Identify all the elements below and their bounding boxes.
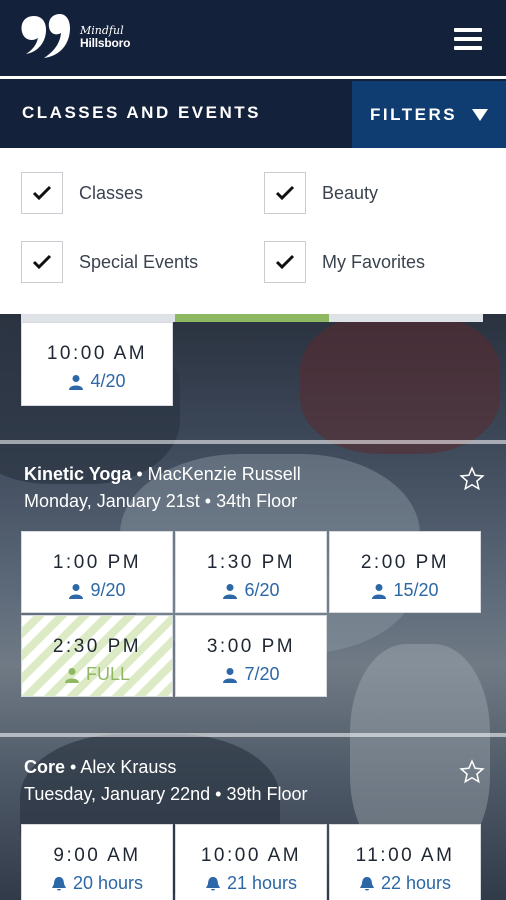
filter-label: Classes [79, 182, 144, 203]
time-slot[interactable]: 10:00 AM 21 hours [175, 824, 327, 900]
class-floor: 39th Floor [226, 784, 308, 804]
page-title: CLASSES AND EVENTS [22, 103, 261, 122]
filters-button[interactable]: FILTERS [352, 81, 506, 148]
class-name[interactable]: Kinetic Yoga [24, 464, 131, 484]
check-icon [32, 185, 52, 201]
time-slot[interactable]: 1:00 PM 9/20 [21, 531, 173, 613]
slot-capacity: 6/20 [176, 580, 326, 601]
checkbox-beauty[interactable] [264, 172, 306, 214]
slot-time: 1:00 PM [52, 552, 142, 573]
person-icon [69, 374, 84, 390]
slot-time: 10:00 AM [46, 343, 148, 364]
time-slot[interactable]: 2:00 PM 15/20 [329, 531, 481, 613]
slot-time: 3:00 PM [206, 636, 296, 657]
filters-label: FILTERS [370, 105, 458, 124]
checkbox-my-favorites[interactable] [264, 241, 306, 283]
slot-time: 2:30 PM [52, 636, 142, 657]
class-name[interactable]: Core [24, 757, 65, 777]
class-instructor: Alex Krauss [80, 757, 177, 777]
slot-capacity: 15/20 [330, 580, 480, 601]
person-icon [223, 583, 238, 599]
time-slot-full[interactable]: 2:30 PM FULL [21, 615, 173, 697]
slot-time: 10:00 AM [200, 845, 302, 866]
hamburger-menu-icon[interactable] [454, 28, 482, 50]
filter-label: Special Events [79, 251, 199, 272]
bell-icon [51, 876, 66, 890]
slot-countdown: 20 hours [22, 873, 172, 894]
class-date: Monday, January 21st [24, 491, 200, 511]
logo-line-2: Hillsboro [80, 36, 131, 50]
slot-capacity: 7/20 [176, 664, 326, 685]
slot-top-bar-full [175, 314, 329, 322]
slot-capacity: 4/20 [22, 371, 172, 392]
filter-classes[interactable]: Classes [21, 172, 143, 214]
slot-countdown: 22 hours [330, 873, 480, 894]
class-date: Tuesday, January 22nd [24, 784, 211, 804]
section-header: CLASSES AND EVENTS FILTERS [0, 79, 506, 148]
time-slot[interactable]: 9:00 AM 20 hours [21, 824, 173, 900]
favorite-star-icon[interactable] [459, 759, 485, 785]
favorite-star-icon[interactable] [459, 466, 485, 492]
slot-top-bar [329, 314, 483, 322]
top-bar: Mindful Hillsboro [0, 0, 506, 79]
slot-top-bar [21, 314, 175, 322]
checkbox-special-events[interactable] [21, 241, 63, 283]
check-icon [275, 254, 295, 270]
bell-icon [359, 876, 374, 890]
class-floor: 34th Floor [216, 491, 298, 511]
slot-capacity: 9/20 [22, 580, 172, 601]
time-slot[interactable]: 3:00 PM 7/20 [175, 615, 327, 697]
filter-label: My Favorites [322, 251, 426, 272]
section-divider [0, 440, 506, 444]
checkbox-classes[interactable] [21, 172, 63, 214]
slot-time: 2:00 PM [360, 552, 450, 573]
person-icon [372, 583, 387, 599]
app-logo[interactable]: Mindful Hillsboro [20, 12, 130, 62]
chevron-down-icon [472, 109, 488, 121]
bell-icon [205, 876, 220, 890]
class-heading: Core • Alex Krauss Tuesday, January 22nd… [24, 757, 308, 804]
logo-icon [21, 14, 70, 58]
filter-my-favorites[interactable]: My Favorites [264, 241, 425, 283]
section-divider [0, 733, 506, 737]
slot-capacity: FULL [22, 664, 172, 685]
slot-countdown: 21 hours [176, 873, 326, 894]
filter-panel: Classes Beauty Special Events My Favorit… [0, 148, 506, 314]
filter-beauty[interactable]: Beauty [264, 172, 378, 214]
check-icon [32, 254, 52, 270]
class-heading: Kinetic Yoga • MacKenzie Russell Monday,… [24, 464, 301, 511]
class-instructor: MacKenzie Russell [147, 464, 301, 484]
check-icon [275, 185, 295, 201]
time-slot[interactable]: 10:00 AM 4/20 [21, 322, 173, 406]
person-icon [223, 667, 238, 683]
person-icon [64, 667, 79, 683]
time-slot[interactable]: 11:00 AM 22 hours [329, 824, 481, 900]
slot-time: 1:30 PM [206, 552, 296, 573]
person-icon [69, 583, 84, 599]
slot-time: 11:00 AM [355, 845, 455, 866]
slot-time: 9:00 AM [53, 845, 141, 866]
filter-label: Beauty [322, 182, 379, 203]
filter-special-events[interactable]: Special Events [21, 241, 198, 283]
time-slot[interactable]: 1:30 PM 6/20 [175, 531, 327, 613]
